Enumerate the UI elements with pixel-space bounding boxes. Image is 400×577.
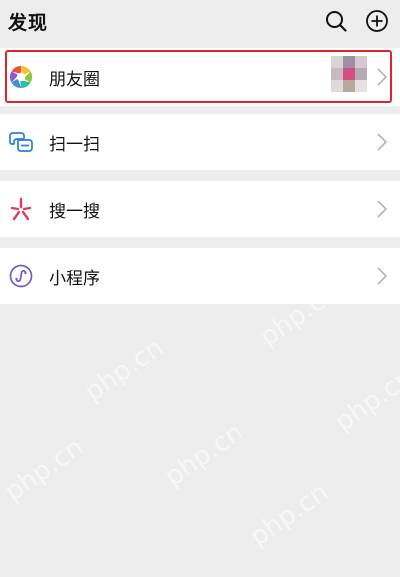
watermark: php.cn: [159, 417, 250, 493]
discover-page: 发现 朋友圈 扫一扫 搜一搜 小程序 php.cn php.cn php.cn …: [0, 0, 400, 577]
mini-program-icon: [8, 263, 34, 289]
watermark: php.cn: [79, 332, 170, 408]
chevron-right-icon: [376, 67, 388, 87]
menu-item-search[interactable]: 搜一搜: [0, 181, 400, 237]
menu-item-label: 搜一搜: [49, 202, 100, 222]
moments-thumbnail: [331, 56, 367, 92]
menu-item-label: 朋友圈: [49, 70, 100, 90]
menu-item-scan[interactable]: 扫一扫: [0, 114, 400, 170]
menu-item-label: 扫一扫: [49, 135, 100, 155]
menu-item-mini-program[interactable]: 小程序: [0, 248, 400, 304]
page-title: 发现: [8, 12, 49, 34]
scan-icon: [8, 129, 34, 155]
add-button[interactable]: [364, 8, 390, 34]
watermark: php.cn: [0, 432, 90, 508]
menu-item-label: 小程序: [49, 269, 100, 289]
search-button[interactable]: [323, 8, 349, 34]
top-bar: 发现: [0, 0, 400, 44]
watermark: php.cn: [244, 477, 335, 553]
search-icon: [326, 11, 347, 32]
watermark: php.cn: [329, 362, 400, 438]
chevron-right-icon: [376, 266, 388, 286]
add-circle-icon: [366, 10, 388, 32]
chevron-right-icon: [376, 199, 388, 219]
search-star-icon: [8, 196, 34, 222]
moments-aperture-icon: [8, 64, 34, 90]
chevron-right-icon: [376, 132, 388, 152]
